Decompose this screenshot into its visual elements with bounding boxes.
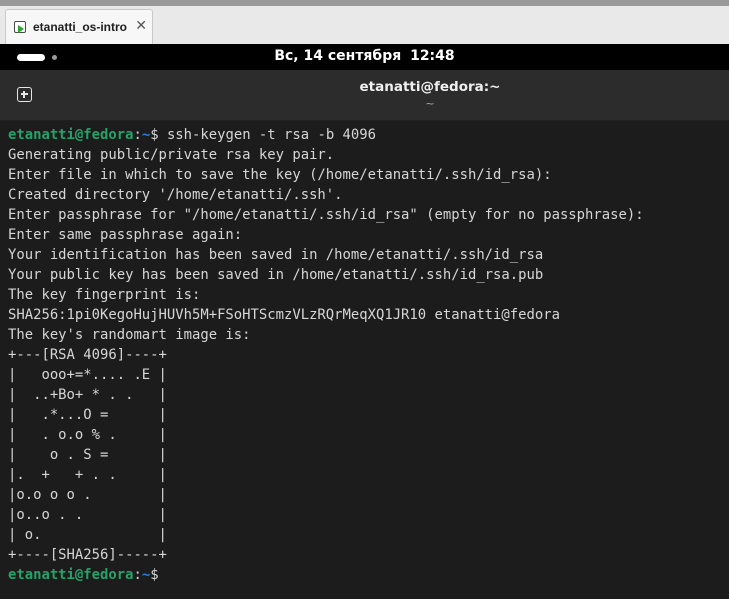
randomart-line: | . o.o % . | — [8, 427, 167, 443]
prompt-separator: : — [133, 127, 142, 143]
output-line: Your public key has been saved in /home/… — [8, 267, 544, 283]
terminal-subtitle: ~ — [425, 97, 435, 110]
output-line: Enter same passphrase again: — [8, 227, 243, 243]
output-line: SHA256:1pi0KegoHujHUVh5M+FSoHTScmzVLzRQr… — [8, 307, 560, 323]
gnome-top-bar: Вс, 14 сентября 12:48 — [0, 44, 729, 70]
host-tab-label: etanatti_os-intro — [33, 20, 128, 34]
output-line: Enter file in which to save the key (/ho… — [8, 167, 552, 183]
host-tab-vm[interactable]: etanatti_os-intro ✕ — [5, 9, 153, 44]
output-line: Enter passphrase for "/home/etanatti/.ss… — [8, 207, 644, 223]
output-line: The key fingerprint is: — [8, 287, 201, 303]
output-line: The key's randomart image is: — [8, 327, 251, 343]
randomart-line: | ..+Bo+ * . . | — [8, 387, 167, 403]
clock-date: Вс, 14 сентября — [274, 48, 402, 64]
randomart-line: +---[RSA 4096]----+ — [8, 347, 167, 363]
clock-time: 12:48 — [410, 48, 455, 64]
randomart-line: | .*...O = | — [8, 407, 167, 423]
output-line: Your identification has been saved in /h… — [8, 247, 544, 263]
new-tab-icon[interactable] — [17, 87, 32, 102]
virtual-machine-icon — [14, 21, 26, 33]
randomart-line: | ooo+=*.... .E | — [8, 367, 167, 383]
prompt-user: etanatti@fedora — [8, 127, 134, 143]
close-icon[interactable]: ✕ — [135, 18, 147, 34]
randomart-line: +----[SHA256]-----+ — [8, 547, 167, 563]
prompt-path: ~ — [141, 127, 151, 143]
terminal-output[interactable]: etanatti@fedora:~$ ssh-keygen -t rsa -b … — [0, 121, 729, 599]
output-line: Created directory '/home/etanatti/.ssh'. — [8, 187, 343, 203]
prompt-line: etanatti@fedora:~$ ssh-keygen -t rsa -b … — [8, 125, 729, 145]
output-line: Generating public/private rsa key pair. — [8, 147, 335, 163]
terminal-title: etanatti@fedora:~ — [359, 79, 501, 95]
command-text: ssh-keygen -t rsa -b 4096 — [158, 127, 377, 143]
prompt-symbol: $ — [150, 127, 159, 143]
prompt-path: ~ — [141, 567, 151, 583]
terminal-headerbar: etanatti@fedora:~ ~ — [0, 70, 729, 121]
prompt-separator: : — [133, 567, 142, 583]
clock[interactable]: Вс, 14 сентября 12:48 — [0, 48, 729, 64]
host-tab-strip: etanatti_os-intro ✕ — [0, 0, 729, 44]
prompt-symbol: $ — [150, 567, 159, 583]
prompt-user: etanatti@fedora — [8, 567, 134, 583]
randomart-line: | o . S = | — [8, 447, 167, 463]
randomart-line: | o. | — [8, 527, 167, 543]
prompt-line: etanatti@fedora:~$ — [8, 565, 729, 585]
randomart-line: |o.o o o . | — [8, 487, 167, 503]
randomart-line: |. + + . . | — [8, 467, 167, 483]
randomart-line: |o..o . . | — [8, 507, 167, 523]
